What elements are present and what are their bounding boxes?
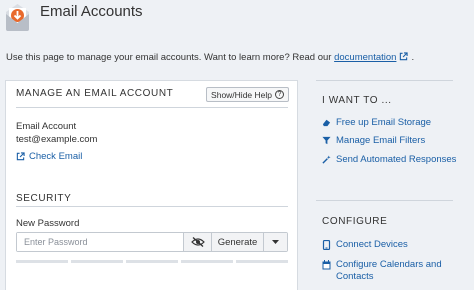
strength-segment <box>181 260 233 263</box>
configure-calendars-line1: Configure Calendars and <box>336 259 442 270</box>
intro-period: . <box>411 52 415 63</box>
connect-devices-link[interactable]: Connect Devices <box>322 239 408 251</box>
configure-calendars-label: Configure Calendars and Contacts <box>336 259 442 283</box>
password-input[interactable] <box>17 233 183 251</box>
configure-calendars-contacts-link[interactable]: Configure Calendars and Contacts <box>322 259 442 283</box>
eye-slash-icon <box>190 237 205 247</box>
mobile-icon <box>322 240 331 250</box>
password-input-group: Generate <box>16 232 288 252</box>
eraser-icon <box>322 119 331 127</box>
intro-text: Use this page to manage your email accou… <box>6 52 414 63</box>
sidebar-divider <box>316 80 453 81</box>
question-circle-icon: ? <box>275 90 284 99</box>
section-divider <box>16 107 288 108</box>
sidebar-divider <box>316 200 453 201</box>
generate-password-button[interactable]: Generate <box>211 233 263 251</box>
strength-segment <box>126 260 178 263</box>
intro-sentence: Use this page to manage your email accou… <box>6 52 332 63</box>
section-divider <box>16 206 288 207</box>
manage-account-panel: MANAGE AN EMAIL ACCOUNT Show/Hide Help ?… <box>5 80 298 290</box>
free-up-email-storage-label: Free up Email Storage <box>336 117 432 128</box>
generate-options-dropdown[interactable] <box>263 233 287 251</box>
filter-icon <box>322 136 331 145</box>
email-account-value: test@example.com <box>16 134 98 145</box>
connect-devices-label: Connect Devices <box>336 239 408 250</box>
manage-section-title: MANAGE AN EMAIL ACCOUNT <box>16 88 174 99</box>
send-automated-responses-label: Send Automated Responses <box>336 154 457 165</box>
security-section-title: SECURITY <box>16 193 72 204</box>
strength-segment <box>16 260 68 263</box>
strength-segment <box>236 260 288 263</box>
password-strength-meter <box>16 260 288 263</box>
external-link-icon[interactable] <box>399 52 409 61</box>
new-password-label: New Password <box>16 218 80 229</box>
page-title: Email Accounts <box>40 3 143 20</box>
external-link-icon <box>16 152 25 161</box>
caret-down-icon <box>272 240 279 244</box>
magic-wand-icon <box>322 155 331 164</box>
free-up-email-storage-link[interactable]: Free up Email Storage <box>322 117 431 129</box>
strength-segment <box>71 260 123 263</box>
show-hide-help-button[interactable]: Show/Hide Help ? <box>206 87 289 102</box>
toggle-password-visibility-button[interactable] <box>183 233 211 251</box>
configure-title: CONFIGURE <box>322 216 388 227</box>
i-want-to-title: I WANT TO ... <box>322 95 392 106</box>
documentation-link[interactable]: documentation <box>334 52 396 63</box>
help-button-label: Show/Hide Help <box>211 89 272 100</box>
send-automated-responses-link[interactable]: Send Automated Responses <box>322 154 456 166</box>
manage-email-filters-label: Manage Email Filters <box>336 135 426 146</box>
email-accounts-logo-icon <box>6 4 29 31</box>
manage-email-filters-link[interactable]: Manage Email Filters <box>322 135 425 147</box>
email-account-label: Email Account <box>16 121 77 132</box>
configure-calendars-line2: Contacts <box>336 271 374 282</box>
page-header: Email Accounts <box>0 0 474 40</box>
check-email-label: Check Email <box>29 151 83 162</box>
calendar-icon <box>322 260 331 270</box>
check-email-link[interactable]: Check Email <box>16 151 82 162</box>
